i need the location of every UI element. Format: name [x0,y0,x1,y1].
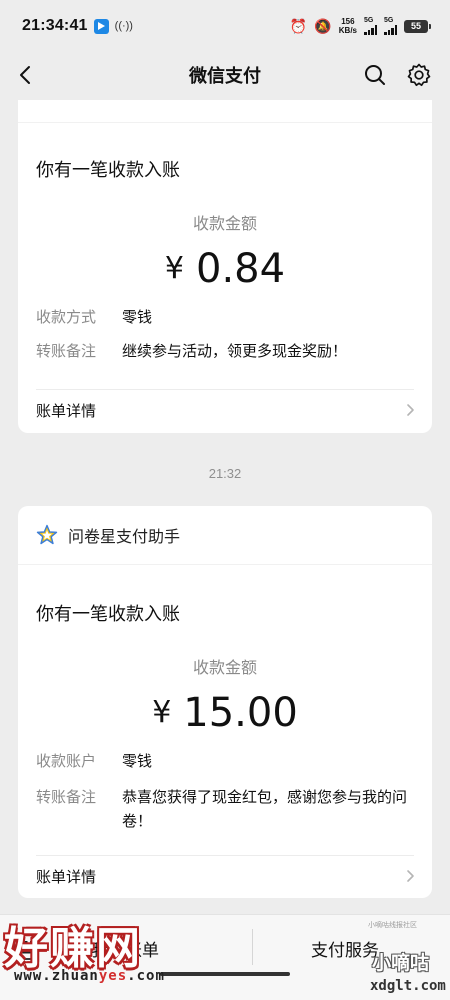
star-icon [36,524,58,545]
status-bar: 21:34:41 ((·)) ⏰ 🔕 156 KB/s 5G 5G 55 [0,0,450,52]
amount-label: 收款金额 [192,660,257,677]
network-speed: 156 KB/s [339,17,357,35]
info-key: 收款账户 [36,753,97,770]
amount-number: 0.84 [196,246,286,292]
amount-label: 收款金额 [192,216,257,233]
detail-divider [36,389,414,390]
alarm-icon: ⏰ [289,17,308,34]
card-divider [18,122,432,123]
info-value: 继续参与活动，领更多现金奖励！ [122,343,348,360]
back-arrow-icon[interactable] [14,62,40,88]
bill-detail-label: 账单详情 [36,402,97,420]
info-value: 零钱 [122,753,153,770]
battery-icon: 55 [404,19,431,33]
amount-value: ¥15.00 [18,690,432,736]
bottom-tab-divider [252,929,253,965]
payment-card-2: 问卷星支付助手 你有一笔收款入账 收款金额 ¥15.00 收款账户 零钱 转账备… [18,506,432,898]
bill-detail-label: 账单详情 [36,868,97,886]
currency-symbol: ¥ [152,695,172,730]
watermark-right-url: xdglt.com [370,978,446,994]
signal-1: 5G [364,17,377,35]
info-key: 收款方式 [36,309,97,326]
payment-card-1: 你有一笔收款入账 收款金额 ¥0.84 收款方式 零钱 转账备注 继续参与活动，… [18,100,432,433]
info-row-transfer-note: 转账备注 恭喜您获得了现金红包，感谢您参与我的问卷！ [36,786,416,834]
bill-detail-link[interactable]: 账单详情 [36,398,416,422]
signal-bars-icon [364,25,377,35]
info-value: 零钱 [122,309,153,326]
amount-value: ¥0.84 [18,246,432,292]
watermark-right-caption: 小嘀咕线报社区 [368,922,417,929]
watermark-right: 小嘀咕线报社区 小嘀咕 xdglt.com [368,920,450,1000]
info-row-transfer-note: 转账备注 继续参与活动，领更多现金奖励！ [36,340,416,364]
search-icon[interactable] [362,62,388,88]
bill-detail-link[interactable]: 账单详情 [36,864,416,888]
sender-name: 问卷星支付助手 [68,529,181,546]
mute-icon: 🔕 [314,17,332,34]
message-timestamp: 21:32 [208,466,242,481]
currency-symbol: ¥ [164,251,185,286]
signal-1-label: 5G [364,17,374,24]
nav-bar: 微信支付 [0,52,450,98]
watermark-left-logo: 好赚网 [4,923,142,974]
notice-title: 你有一笔收款入账 [36,160,180,180]
signal-2: 5G [384,17,397,35]
info-row-payment-method: 收款方式 零钱 [36,306,416,330]
notice-title: 你有一笔收款入账 [36,604,180,624]
watermark-left-url: www.zhuanyes.com [14,968,165,984]
chevron-right-icon [407,870,414,882]
watermark-right-logo: 小嘀咕 [372,953,430,974]
info-value: 恭喜您获得了现金红包，感谢您参与我的问卷！ [122,789,408,830]
gear-icon[interactable] [406,62,432,88]
amount-number: 15.00 [183,690,298,736]
status-right: ⏰ 🔕 156 KB/s 5G 5G 55 [289,17,431,35]
signal-2-label: 5G [384,17,394,24]
chevron-right-icon [407,404,414,416]
info-row-account: 收款账户 零钱 [36,750,416,774]
sender-header[interactable]: 问卷星支付助手 [36,522,180,548]
watermark-left: 好赚网 www.zhuanyes.com [4,912,194,998]
net-speed-unit: KB/s [338,26,357,35]
app-notification-icon [93,18,109,34]
hotspot-icon: ((·)) [114,20,133,32]
info-key: 转账备注 [36,343,97,360]
status-time: 21:34:41 [22,17,88,34]
net-speed-value: 156 [341,17,355,26]
signal-bars-icon [384,25,397,35]
page-title: 微信支付 [189,66,261,86]
info-key: 转账备注 [36,789,97,806]
detail-divider [36,855,414,856]
card-divider [18,564,432,565]
